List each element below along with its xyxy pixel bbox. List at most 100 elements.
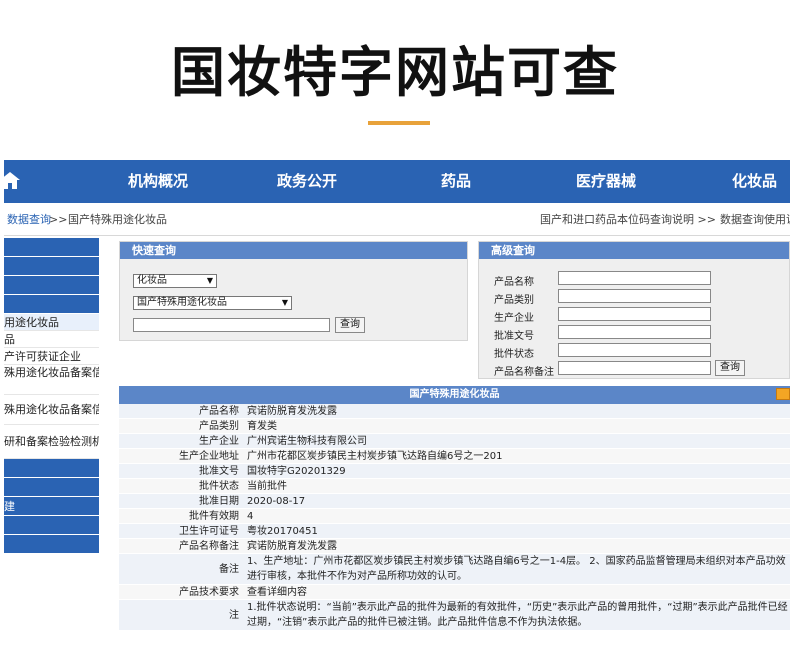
field-label-product-name: 产品名称 <box>494 277 534 288</box>
sidebar-item[interactable] <box>4 535 99 554</box>
approval-number-input[interactable] <box>558 325 711 339</box>
view-details-link[interactable]: 查看详细内容 <box>247 585 790 600</box>
chevron-down-icon: ▼ <box>206 276 213 285</box>
table-row: 卫生许可证号 粤妆20170451 <box>119 524 790 539</box>
row-label: 备注 <box>219 564 239 575</box>
row-value: 育发类 <box>247 421 277 432</box>
product-type-select-value: 国产特殊用途化妆品 <box>137 297 227 308</box>
breadcrumb-data-query[interactable]: 数据查询 <box>7 203 51 236</box>
product-type-select[interactable]: 国产特殊用途化妆品 ▼ <box>133 296 292 310</box>
row-label: 产品名称备注 <box>179 541 239 552</box>
back-button[interactable] <box>776 388 790 400</box>
row-value: 宾诺防脱育发洗发露 <box>247 541 337 552</box>
category-select[interactable]: 化妆品 ▼ <box>133 274 217 288</box>
license-status-input[interactable] <box>558 343 711 357</box>
manufacturer-input[interactable] <box>558 307 711 321</box>
sidebar-item[interactable] <box>4 295 99 314</box>
advanced-search-panel: 高级查询 产品名称 产品类别 生产企业 批准文号 批件状态 产品名称备注 查询 <box>478 241 790 379</box>
row-value: 广州宾诺生物科技有限公司 <box>247 436 367 447</box>
quick-search-button[interactable]: 查询 <box>335 317 365 333</box>
drug-code-help-link[interactable]: 国产和进口药品本位码查询说明 >> <box>540 203 716 236</box>
result-table-title: 国产特殊用途化妆品 <box>119 386 790 404</box>
home-icon[interactable] <box>4 171 22 191</box>
sidebar: 用途化妆品 品 产许可获证企业 殊用途化妆品备案信 殊用途化妆品备案信 研和备案… <box>4 238 99 634</box>
query-help-link[interactable]: 数据查询使用说明 <box>720 203 790 236</box>
sidebar-item[interactable] <box>4 478 99 497</box>
row-value: 1.批件状态说明：“当前”表示此产品的批件为最新的有效批件，“历史”表示此产品的… <box>247 602 788 628</box>
nav-item-about[interactable]: 机构概况 <box>128 160 188 203</box>
sidebar-item[interactable] <box>4 516 99 535</box>
sidebar-item-special-cosmetics[interactable]: 用途化妆品 <box>4 314 99 331</box>
quick-search-title: 快速查询 <box>120 242 467 259</box>
row-value: 广州市花都区炭步镇民主村炭步镇飞达路自编6号之一201 <box>247 451 503 462</box>
breadcrumb-current: 国产特殊用途化妆品 <box>68 213 167 226</box>
nav-item-devices[interactable]: 医疗器械 <box>576 160 636 203</box>
sidebar-item-special-filing-2[interactable]: 殊用途化妆品备案信 <box>4 395 99 425</box>
breadcrumb-separator: >> <box>49 213 68 226</box>
chevron-down-icon: ▼ <box>281 298 288 307</box>
advanced-search-title: 高级查询 <box>479 242 789 259</box>
field-label-name-remark: 产品名称备注 <box>494 367 554 378</box>
row-label: 生产企业地址 <box>179 451 239 462</box>
advanced-search-button[interactable]: 查询 <box>715 360 745 376</box>
nav-item-government[interactable]: 政务公开 <box>277 160 337 203</box>
row-label: 产品技术要求 <box>179 587 239 598</box>
row-label: 注 <box>229 610 239 621</box>
row-value: 当前批件 <box>247 481 287 492</box>
sidebar-item-licensed-companies[interactable]: 产许可获证企业 <box>4 348 99 365</box>
top-nav-bar: 机构概况 政务公开 药品 医疗器械 化妆品 <box>4 160 790 203</box>
row-label: 卫生许可证号 <box>179 526 239 537</box>
screenshot-frame: 机构概况 政务公开 药品 医疗器械 化妆品 数据查询 >> 国产特殊用途化妆品 … <box>4 160 790 634</box>
hero-underline <box>368 121 430 125</box>
product-name-input[interactable] <box>558 271 711 285</box>
table-row: 批件状态 当前批件 <box>119 479 790 494</box>
page-hero-title: 国妆特字网站可查 <box>171 41 619 104</box>
quick-search-panel: 快速查询 化妆品 ▼ 国产特殊用途化妆品 ▼ 查询 <box>119 241 468 341</box>
row-value: 粤妆20170451 <box>247 526 318 537</box>
row-label: 批件状态 <box>199 481 239 492</box>
sidebar-item-special-filing[interactable]: 殊用途化妆品备案信 <box>4 365 99 395</box>
result-title-text: 国产特殊用途化妆品 <box>409 389 500 400</box>
quick-search-input[interactable] <box>133 318 330 332</box>
row-value: 1、生产地址：广州市花都区炭步镇民主村炭步镇飞达路自编6号之一1-4层。 2、国… <box>247 556 786 582</box>
table-row: 产品技术要求 查看详细内容 <box>119 585 790 600</box>
row-value: 宾诺防脱育发洗发露 <box>247 406 337 417</box>
row-label: 批准日期 <box>199 496 239 507</box>
sidebar-item[interactable] <box>4 276 99 295</box>
row-value: 国妆特字G20201329 <box>247 466 346 477</box>
sidebar-item[interactable]: 品 <box>4 331 99 348</box>
field-label-manufacturer: 生产企业 <box>494 313 534 324</box>
table-row: 批件有效期 4 <box>119 509 790 524</box>
table-row: 备注 1、生产地址：广州市花都区炭步镇民主村炭步镇飞达路自编6号之一1-4层。 2… <box>119 554 790 585</box>
category-select-value: 化妆品 <box>137 275 167 286</box>
field-label-license-status: 批件状态 <box>494 349 534 360</box>
row-value: 2020-08-17 <box>247 496 306 507</box>
table-row: 生产企业地址 广州市花都区炭步镇民主村炭步镇飞达路自编6号之一201 <box>119 449 790 464</box>
table-row: 批准文号 国妆特字G20201329 <box>119 464 790 479</box>
table-row: 生产企业 广州宾诺生物科技有限公司 <box>119 434 790 449</box>
nav-item-drugs[interactable]: 药品 <box>441 160 471 203</box>
sidebar-item[interactable]: 建 <box>4 497 99 516</box>
sidebar-item[interactable] <box>4 238 99 257</box>
nav-item-cosmetics[interactable]: 化妆品 <box>732 160 777 203</box>
sidebar-item[interactable] <box>4 459 99 478</box>
table-row: 批准日期 2020-08-17 <box>119 494 790 509</box>
breadcrumb: 数据查询 >> 国产特殊用途化妆品 国产和进口药品本位码查询说明 >> 数据查询… <box>4 203 790 236</box>
sidebar-item[interactable] <box>4 257 99 276</box>
table-row: 产品名称 宾诺防脱育发洗发露 <box>119 404 790 419</box>
table-row: 注 1.批件状态说明：“当前”表示此产品的批件为最新的有效批件，“历史”表示此产品… <box>119 600 790 631</box>
name-remark-input[interactable] <box>558 361 711 375</box>
table-row: 产品名称备注 宾诺防脱育发洗发露 <box>119 539 790 554</box>
sidebar-item-testing-institutions[interactable]: 研和备案检验检测机 <box>4 425 99 459</box>
field-label-product-category: 产品类别 <box>494 295 534 306</box>
row-label: 生产企业 <box>199 436 239 447</box>
row-label: 产品类别 <box>199 421 239 432</box>
table-row: 产品类别 育发类 <box>119 419 790 434</box>
row-value: 4 <box>247 511 254 522</box>
result-table: 产品名称 宾诺防脱育发洗发露 产品类别 育发类 生产企业 广州宾诺生物科技有限公司 生… <box>119 404 790 631</box>
row-label: 产品名称 <box>199 406 239 417</box>
product-category-input[interactable] <box>558 289 711 303</box>
row-label: 批件有效期 <box>189 511 239 522</box>
field-label-approval-number: 批准文号 <box>494 331 534 342</box>
row-label: 批准文号 <box>199 466 239 477</box>
